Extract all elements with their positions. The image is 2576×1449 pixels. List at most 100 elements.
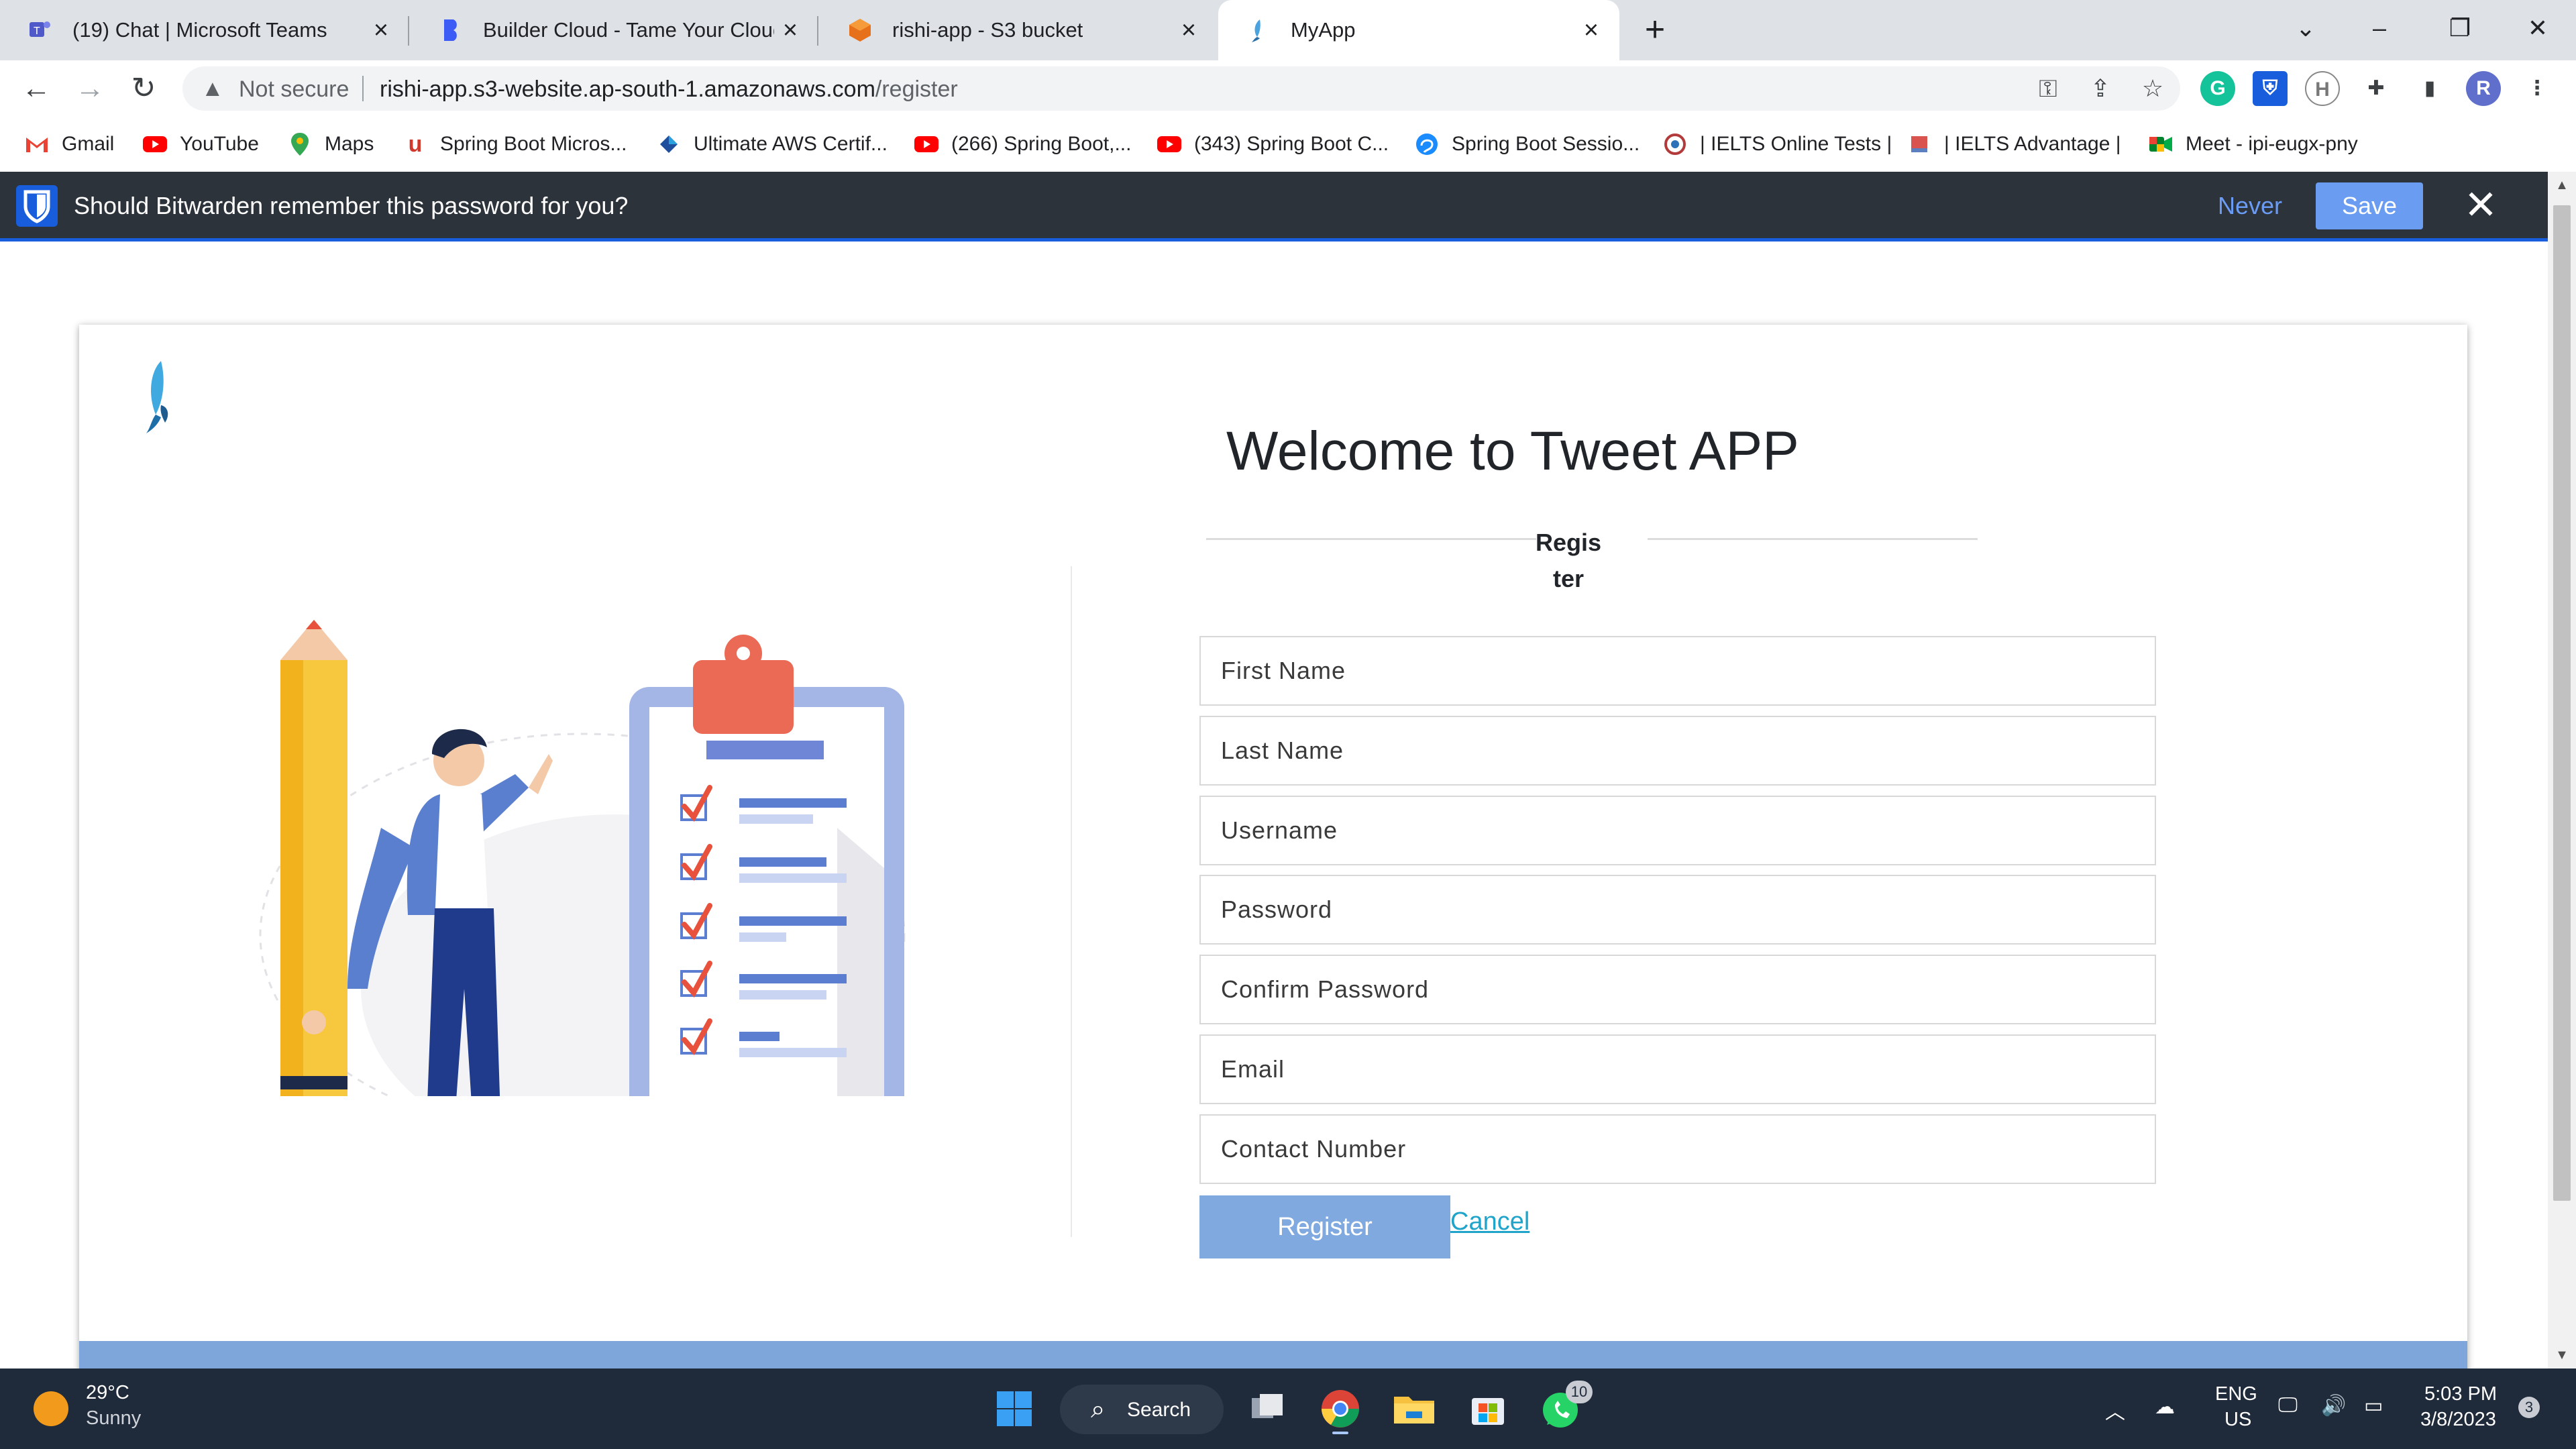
taskbar-search[interactable]: ⌕ Search [1060, 1385, 1224, 1434]
tab-myapp[interactable]: MyApp × [1218, 0, 1619, 60]
bitwarden-message: Should Bitwarden remember this password … [74, 192, 629, 219]
confirm-password-input[interactable] [1199, 955, 2156, 1024]
contact-number-input[interactable] [1199, 1114, 2156, 1184]
close-icon[interactable]: ✕ [2459, 184, 2502, 227]
youtube-icon [142, 131, 168, 157]
start-icon[interactable] [987, 1382, 1041, 1436]
bookmark-ielts-advantage[interactable]: | IELTS Advantage | [1907, 129, 2121, 160]
notification-badge[interactable]: 3 [2518, 1397, 2540, 1418]
save-password-button[interactable]: Save [2316, 182, 2423, 229]
side-panel-icon[interactable]: ▮ [2412, 71, 2447, 106]
new-tab-button[interactable]: + [1635, 11, 1674, 50]
clock-date[interactable]: 3/8/2023 [2420, 1409, 2496, 1431]
tab-strip: T (19) Chat | Microsoft Teams × Builder … [0, 0, 2576, 60]
minimize-icon[interactable]: – [2356, 8, 2403, 48]
tab-close-button[interactable]: × [1575, 14, 1607, 46]
scroll-up-icon[interactable]: ▲ [2548, 172, 2576, 199]
builder-icon [444, 19, 457, 41]
teams-icon: T [30, 21, 50, 37]
menu-icon[interactable]: ⋮ [2520, 71, 2555, 106]
key-icon[interactable]: ⚿ [2033, 73, 2063, 104]
bookmark-maps[interactable]: Maps [287, 129, 374, 160]
tab-search-icon[interactable]: ⌄ [2282, 8, 2329, 48]
scrollbar-thumb[interactable] [2553, 205, 2571, 1201]
bookmark-spring-boot-session[interactable]: Spring Boot Sessio... [1414, 129, 1640, 160]
aws-icon [849, 19, 871, 42]
onedrive-icon[interactable]: ☁ [2155, 1395, 2175, 1419]
scroll-down-icon[interactable]: ▼ [2548, 1342, 2576, 1368]
restore-icon[interactable]: ❐ [2436, 8, 2483, 48]
bookmark-ultimate-aws[interactable]: Ultimate AWS Certif... [656, 129, 888, 160]
url-text[interactable]: rishi-app.s3-website.ap-south-1.amazonaw… [380, 76, 958, 103]
bookmark-ielts-online[interactable]: | IELTS Online Tests | [1662, 129, 1892, 160]
tab-separator [408, 16, 409, 46]
password-input[interactable] [1199, 875, 2156, 945]
tab-title: MyApp [1291, 18, 1356, 42]
section-rule-right [1648, 538, 1978, 540]
youtube-icon [1157, 131, 1182, 157]
star-icon[interactable]: ☆ [2137, 73, 2168, 104]
bookmark-label: Ultimate AWS Certif... [694, 133, 888, 155]
honey-icon[interactable]: H [2305, 71, 2340, 106]
ielts-icon [1907, 131, 1932, 157]
url-path: /register [875, 76, 958, 102]
file-explorer-icon[interactable] [1387, 1382, 1441, 1436]
cancel-link[interactable]: Cancel [1450, 1208, 1529, 1236]
bookmark-youtube-266[interactable]: (266) Spring Boot,... [914, 129, 1131, 160]
bookmark-label: Gmail [62, 133, 115, 155]
clock-time[interactable]: 5:03 PM [2424, 1383, 2497, 1405]
last-name-input[interactable] [1199, 716, 2156, 786]
share-icon[interactable]: ⇪ [2085, 73, 2116, 104]
language-primary[interactable]: ENG [2215, 1383, 2257, 1405]
language-region[interactable]: US [2224, 1409, 2251, 1431]
search-icon: ⌕ [1091, 1395, 1106, 1424]
battery-icon[interactable]: ▭ [2364, 1394, 2383, 1417]
bookmark-youtube[interactable]: YouTube [142, 129, 259, 160]
chevron-up-icon[interactable]: ︿ [2105, 1395, 2125, 1425]
warning-icon[interactable]: ▲ [201, 76, 224, 102]
volume-icon[interactable]: 🔊 [2321, 1394, 2346, 1417]
tab-close-button[interactable]: × [774, 14, 806, 46]
close-window-icon[interactable]: ✕ [2514, 8, 2561, 48]
address-bar[interactable]: ▲ Not secure rishi-app.s3-website.ap-sou… [182, 66, 2180, 111]
page-scrollbar[interactable]: ▲ ▼ [2548, 172, 2576, 1368]
bookmark-spring-boot-micros[interactable]: u Spring Boot Micros... [402, 129, 627, 160]
bookmark-gmail[interactable]: Gmail [24, 129, 114, 160]
svg-text:T: T [34, 25, 40, 37]
forward-icon[interactable]: → [68, 67, 111, 110]
network-icon[interactable]: 🖵 [2278, 1394, 2298, 1417]
tab-s3-bucket[interactable]: rishi-app - S3 bucket × [820, 0, 1217, 60]
register-button[interactable]: Register [1199, 1195, 1450, 1258]
maps-icon [287, 131, 313, 157]
store-icon[interactable] [1461, 1382, 1515, 1436]
tab-title: Builder Cloud - Tame Your Cloud [483, 18, 774, 42]
sun-icon[interactable] [34, 1391, 68, 1426]
extensions-icon[interactable]: ✚ [2359, 71, 2394, 106]
vertical-divider [1071, 566, 1072, 1237]
browser-toolbar: ← → ↻ ▲ Not secure rishi-app.s3-website.… [0, 60, 2576, 117]
chrome-icon[interactable] [1313, 1382, 1367, 1436]
reload-icon[interactable]: ↻ [122, 67, 165, 110]
security-label[interactable]: Not secure [239, 76, 349, 103]
tab-builder-cloud[interactable]: Builder Cloud - Tame Your Cloud × [411, 0, 818, 60]
page-viewport: Welcome to Tweet APP Register Register C… [0, 241, 2548, 1368]
bitwarden-icon[interactable]: ⛨ [2253, 71, 2288, 106]
omnibox-divider [362, 76, 364, 101]
tab-close-button[interactable]: × [1173, 14, 1205, 46]
bookmark-label: (343) Spring Boot C... [1194, 133, 1389, 155]
email-input[interactable] [1199, 1034, 2156, 1104]
weather-desc[interactable]: Sunny [86, 1407, 141, 1430]
back-icon[interactable]: ← [15, 67, 58, 110]
username-input[interactable] [1199, 796, 2156, 865]
task-view-icon[interactable] [1241, 1382, 1295, 1436]
tab-close-button[interactable]: × [365, 14, 397, 46]
bookmark-youtube-343[interactable]: (343) Spring Boot C... [1157, 129, 1389, 160]
profile-avatar[interactable]: R [2466, 71, 2501, 106]
weather-temp[interactable]: 29°C [86, 1382, 129, 1404]
first-name-input[interactable] [1199, 636, 2156, 706]
grammarly-icon[interactable]: G [2200, 71, 2235, 106]
bookmark-meet[interactable]: Meet - ipi-eugx-pny [2148, 129, 2358, 160]
tab-teams[interactable]: T (19) Chat | Microsoft Teams × [0, 0, 409, 60]
never-button[interactable]: Never [2218, 192, 2282, 220]
bookmark-label: YouTube [180, 133, 259, 155]
